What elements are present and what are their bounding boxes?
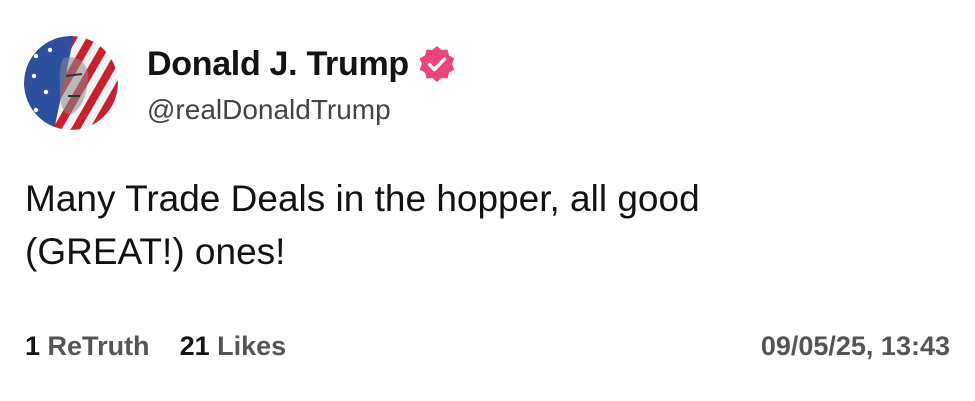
avatar-image [24,36,118,130]
retruths-stat[interactable]: 1 ReTruth [25,331,150,362]
author-name-row: Donald J. Trump [147,44,457,84]
post-text-line-1: Many Trade Deals in the hopper, all good [25,178,700,219]
post-timestamp: 09/05/25, 13:43 [760,331,950,361]
likes-label: Likes [217,331,287,361]
post-text-line-2: (GREAT!) ones! [25,231,286,272]
likes-stat[interactable]: 21 Likes [180,331,287,362]
retruths-label: ReTruth [47,331,150,361]
likes-count: 21 [179,331,210,361]
post-stats: 1 ReTruth 21 Likes [25,331,286,362]
post-card: Donald J. Trump @realDonaldTrump Many Tr… [0,0,975,401]
post-body: Many Trade Deals in the hopper, all good… [25,172,925,278]
profile-avatar[interactable] [24,36,118,130]
retruths-count: 1 [25,331,41,361]
author-display-name[interactable]: Donald J. Trump [147,45,409,84]
author-handle[interactable]: @realDonaldTrump [147,94,391,126]
verified-badge-icon [417,44,457,84]
